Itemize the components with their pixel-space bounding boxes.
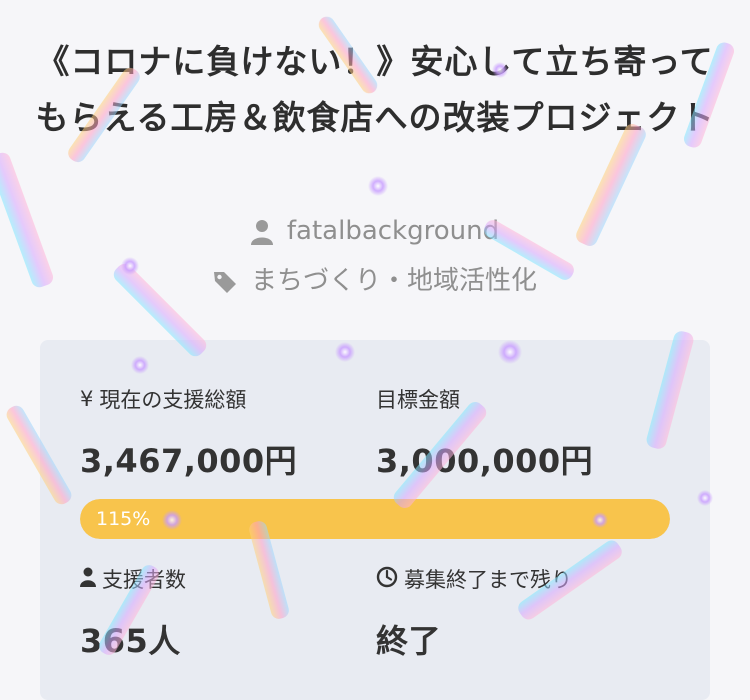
- goal-label: 目標金額: [376, 388, 460, 412]
- progress-percent: 115%: [96, 508, 151, 530]
- stat-backers: 支援者数 365人: [80, 564, 186, 662]
- goal-value: 3,000,000円: [376, 442, 594, 480]
- funding-progress-bar: 115%: [80, 499, 670, 539]
- project-category[interactable]: まちづくり・地域活性化: [0, 260, 750, 297]
- stat-time-left: 募集終了まで残り 終了: [376, 564, 572, 662]
- raised-value: 3,467,000円: [80, 442, 298, 480]
- stat-goal: 目標金額 3,000,000円: [376, 384, 593, 482]
- backers-label: 支援者数: [102, 568, 186, 592]
- project-title: 《コロナに負けない！》安心して立ち寄ってもらえる工房＆飲食店への改装プロジェクト: [35, 42, 715, 137]
- project-owner[interactable]: fatalbackground: [0, 216, 750, 246]
- user-icon: [80, 567, 96, 592]
- backers-value: 365人: [80, 622, 181, 660]
- progress-fill: [80, 499, 670, 539]
- tag-icon: [213, 270, 237, 294]
- stat-raised: ¥ 現在の支援総額 3,467,000円: [80, 384, 297, 482]
- raised-label: 現在の支援総額: [99, 388, 247, 412]
- yen-icon: ¥: [80, 387, 94, 411]
- time-label: 募集終了まで残り: [404, 568, 572, 592]
- time-value: 終了: [376, 622, 442, 660]
- user-icon: [250, 219, 273, 245]
- clock-icon: [376, 566, 398, 593]
- owner-name[interactable]: fatalbackground: [287, 216, 499, 246]
- category-label[interactable]: まちづくり・地域活性化: [251, 266, 537, 296]
